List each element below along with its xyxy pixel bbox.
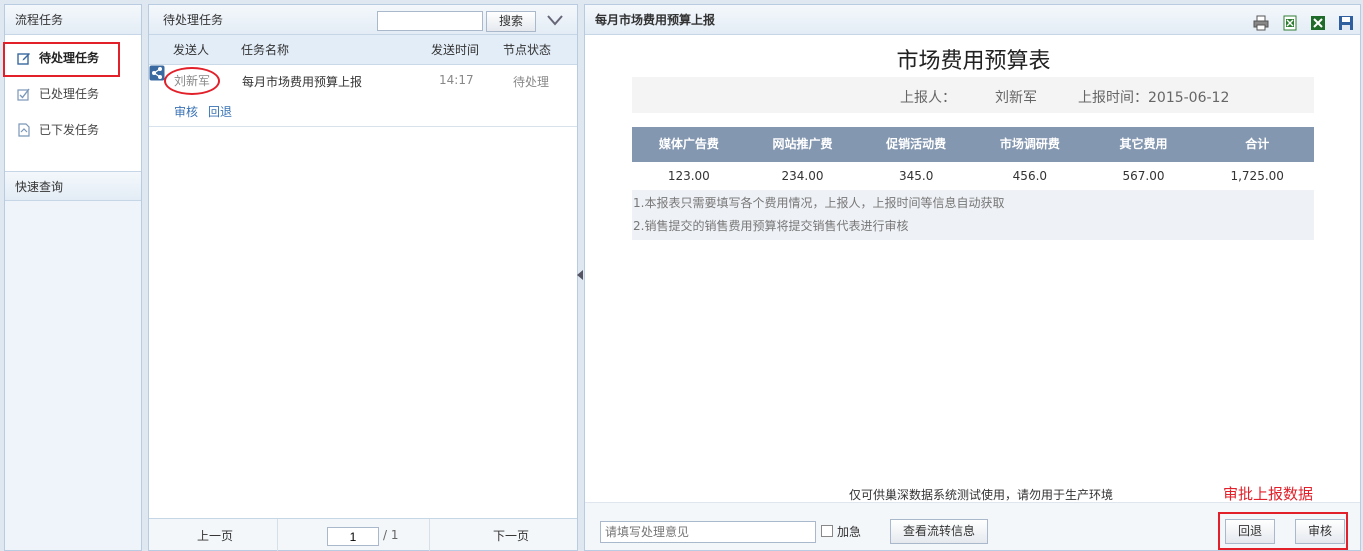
nav-item-label: 已处理任务 bbox=[39, 87, 100, 101]
pending-tasks-highlight-box bbox=[3, 42, 120, 77]
urgent-checkbox[interactable] bbox=[821, 525, 833, 537]
left-nav-panel: 流程任务 待处理任务 已处理任务 已下发任务 快速查询 bbox=[4, 4, 142, 551]
note-line: 2.销售提交的销售费用预算将提交销售代表进行审核 bbox=[633, 219, 909, 233]
audit-button[interactable]: 审核 bbox=[1295, 519, 1345, 544]
page-total: / 1 bbox=[383, 528, 399, 542]
annotation-text: 审批上报数据 bbox=[1223, 485, 1314, 503]
quick-query-header[interactable]: 快速查询 bbox=[5, 171, 141, 201]
nav-item-sent-tasks[interactable]: 已下发任务 bbox=[5, 113, 141, 147]
disclaimer-text: 仅可供巢深数据系统测试使用，请勿用于生产环境 bbox=[849, 488, 1114, 502]
save-icon[interactable] bbox=[1338, 15, 1354, 31]
table-row: 123.00 234.00 345.0 456.0 567.00 1,725.0… bbox=[632, 162, 1314, 190]
share-icon[interactable] bbox=[149, 65, 165, 81]
chevron-down-icon[interactable] bbox=[545, 10, 565, 30]
report-panel: 每月市场费用预算上报 市场费用预算表 上报人： 刘新军 上报时间：2015-06… bbox=[584, 4, 1361, 551]
reporter-label: 上报人： bbox=[900, 90, 956, 106]
value-web-promo: 234.00 bbox=[781, 169, 824, 183]
col-node-state: 节点状态 bbox=[503, 43, 552, 57]
report-time: 上报时间：2015-06-12 bbox=[1078, 90, 1230, 106]
pager-divider bbox=[277, 519, 278, 551]
audit-link[interactable]: 审核 bbox=[174, 103, 198, 120]
col-research: 市场调研费 bbox=[999, 137, 1060, 151]
task-table-header: 发送人 任务名称 发送时间 节点状态 bbox=[149, 35, 577, 65]
view-flow-button[interactable]: 查看流转信息 bbox=[890, 519, 988, 544]
report-footer: 加急 查看流转信息 回退 审核 bbox=[585, 502, 1360, 550]
print-icon[interactable] bbox=[1253, 15, 1269, 31]
rollback-link[interactable]: 回退 bbox=[208, 103, 232, 120]
rollback-button[interactable]: 回退 bbox=[1225, 519, 1275, 544]
value-promotion: 345.0 bbox=[899, 169, 934, 183]
col-other: 其它费用 bbox=[1119, 137, 1168, 151]
col-task-name: 任务名称 bbox=[241, 43, 290, 57]
report-notes: 1.本报表只需要填写各个费用情况，上报人，上报时间等信息自动获取 2.销售提交的… bbox=[632, 190, 1314, 240]
opinion-input[interactable] bbox=[600, 521, 816, 543]
page-number-input[interactable] bbox=[327, 527, 379, 546]
node-state: 待处理 bbox=[513, 75, 550, 89]
task-list-header: 待处理任务 搜索 bbox=[149, 5, 577, 35]
task-list-title: 待处理任务 bbox=[163, 13, 224, 27]
report-info-bar: 上报人： 刘新军 上报时间：2015-06-12 bbox=[632, 77, 1314, 113]
urgent-label: 加急 bbox=[837, 525, 862, 539]
report-toolbar bbox=[1245, 12, 1354, 31]
report-panel-title: 每月市场费用预算上报 bbox=[595, 13, 716, 27]
next-page-button[interactable]: 下一页 bbox=[493, 527, 529, 544]
value-other: 567.00 bbox=[1122, 169, 1165, 183]
col-promotion: 促销活动费 bbox=[886, 137, 947, 151]
col-sender: 发送人 bbox=[173, 43, 210, 57]
task-list-panel: 待处理任务 搜索 发送人 任务名称 发送时间 节点状态 刘新军 每月市场费用预算… bbox=[148, 4, 578, 551]
value-media-ad: 123.00 bbox=[667, 169, 710, 183]
col-total: 合计 bbox=[1245, 137, 1270, 151]
excel-export-icon[interactable] bbox=[1310, 15, 1326, 31]
pager-divider bbox=[429, 519, 430, 551]
send-time: 14:17 bbox=[439, 73, 474, 87]
report-title: 市场费用预算表 bbox=[896, 49, 1051, 74]
nav-item-label: 已下发任务 bbox=[39, 123, 100, 137]
reporter-name: 刘新军 bbox=[995, 90, 1037, 106]
nav-item-done-tasks[interactable]: 已处理任务 bbox=[5, 77, 141, 111]
prev-page-button[interactable]: 上一页 bbox=[197, 527, 233, 544]
search-input[interactable] bbox=[377, 11, 483, 31]
budget-table: 媒体广告费 网站推广费 促销活动费 市场调研费 其它费用 合计 123.00 2… bbox=[632, 127, 1314, 240]
col-send-time: 发送时间 bbox=[431, 43, 480, 57]
checked-edit-icon bbox=[17, 88, 30, 101]
pager: 上一页 / 1 下一页 bbox=[149, 518, 577, 551]
search-button[interactable]: 搜索 bbox=[486, 11, 536, 32]
value-research: 456.0 bbox=[1012, 169, 1048, 183]
value-total: 1,725.00 bbox=[1230, 169, 1284, 183]
left-nav-title: 流程任务 bbox=[5, 5, 141, 35]
table-row[interactable]: 刘新军 每月市场费用预算上报 14:17 待处理 审核 回退 bbox=[149, 65, 577, 127]
send-doc-icon bbox=[18, 123, 30, 137]
note-line: 1.本报表只需要填写各个费用情况，上报人，上报时间等信息自动获取 bbox=[633, 196, 1005, 210]
sender-name: 刘新军 bbox=[164, 67, 220, 95]
task-name[interactable]: 每月市场费用预算上报 bbox=[242, 73, 362, 90]
col-media-ad: 媒体广告费 bbox=[658, 137, 719, 151]
budget-table-header: 媒体广告费 网站推广费 促销活动费 市场调研费 其它费用 合计 bbox=[632, 127, 1314, 162]
collapse-arrow-icon[interactable] bbox=[577, 270, 583, 280]
report-panel-header: 每月市场费用预算上报 bbox=[585, 5, 1360, 35]
col-web-promo: 网站推广费 bbox=[772, 137, 833, 151]
excel-icon[interactable] bbox=[1282, 15, 1298, 31]
